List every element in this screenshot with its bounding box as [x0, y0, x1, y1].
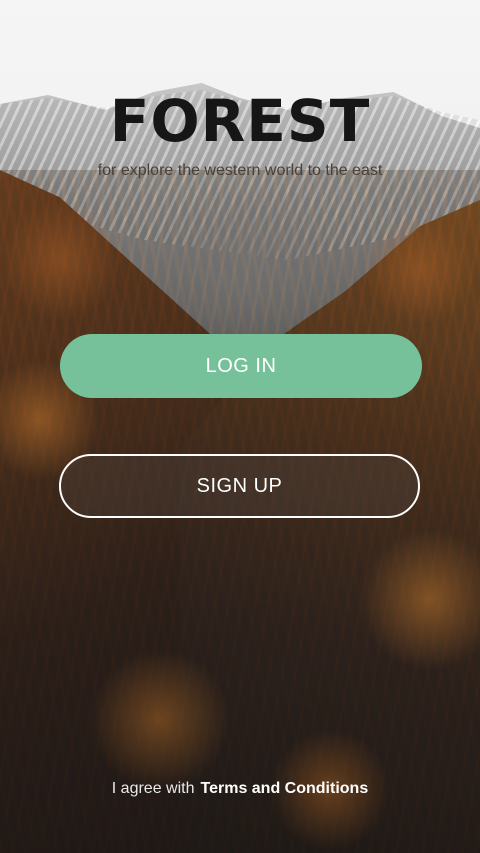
signup-button-label: SIGN UP	[196, 474, 283, 497]
login-button-label: LOG IN	[205, 354, 277, 377]
app-title: FOREST	[109, 87, 371, 155]
terms-agree-text: I agree with	[111, 780, 195, 797]
app-tagline: for explore the western world to the eas…	[97, 162, 383, 179]
login-button[interactable]: LOG IN	[60, 334, 422, 398]
terms-agreement: I agree with Terms and Conditions	[0, 778, 480, 800]
signup-button[interactable]: SIGN UP	[59, 454, 420, 518]
welcome-screen: FOREST for explore the western world to …	[0, 0, 480, 853]
terms-and-conditions-link[interactable]: Terms and Conditions	[201, 780, 369, 797]
